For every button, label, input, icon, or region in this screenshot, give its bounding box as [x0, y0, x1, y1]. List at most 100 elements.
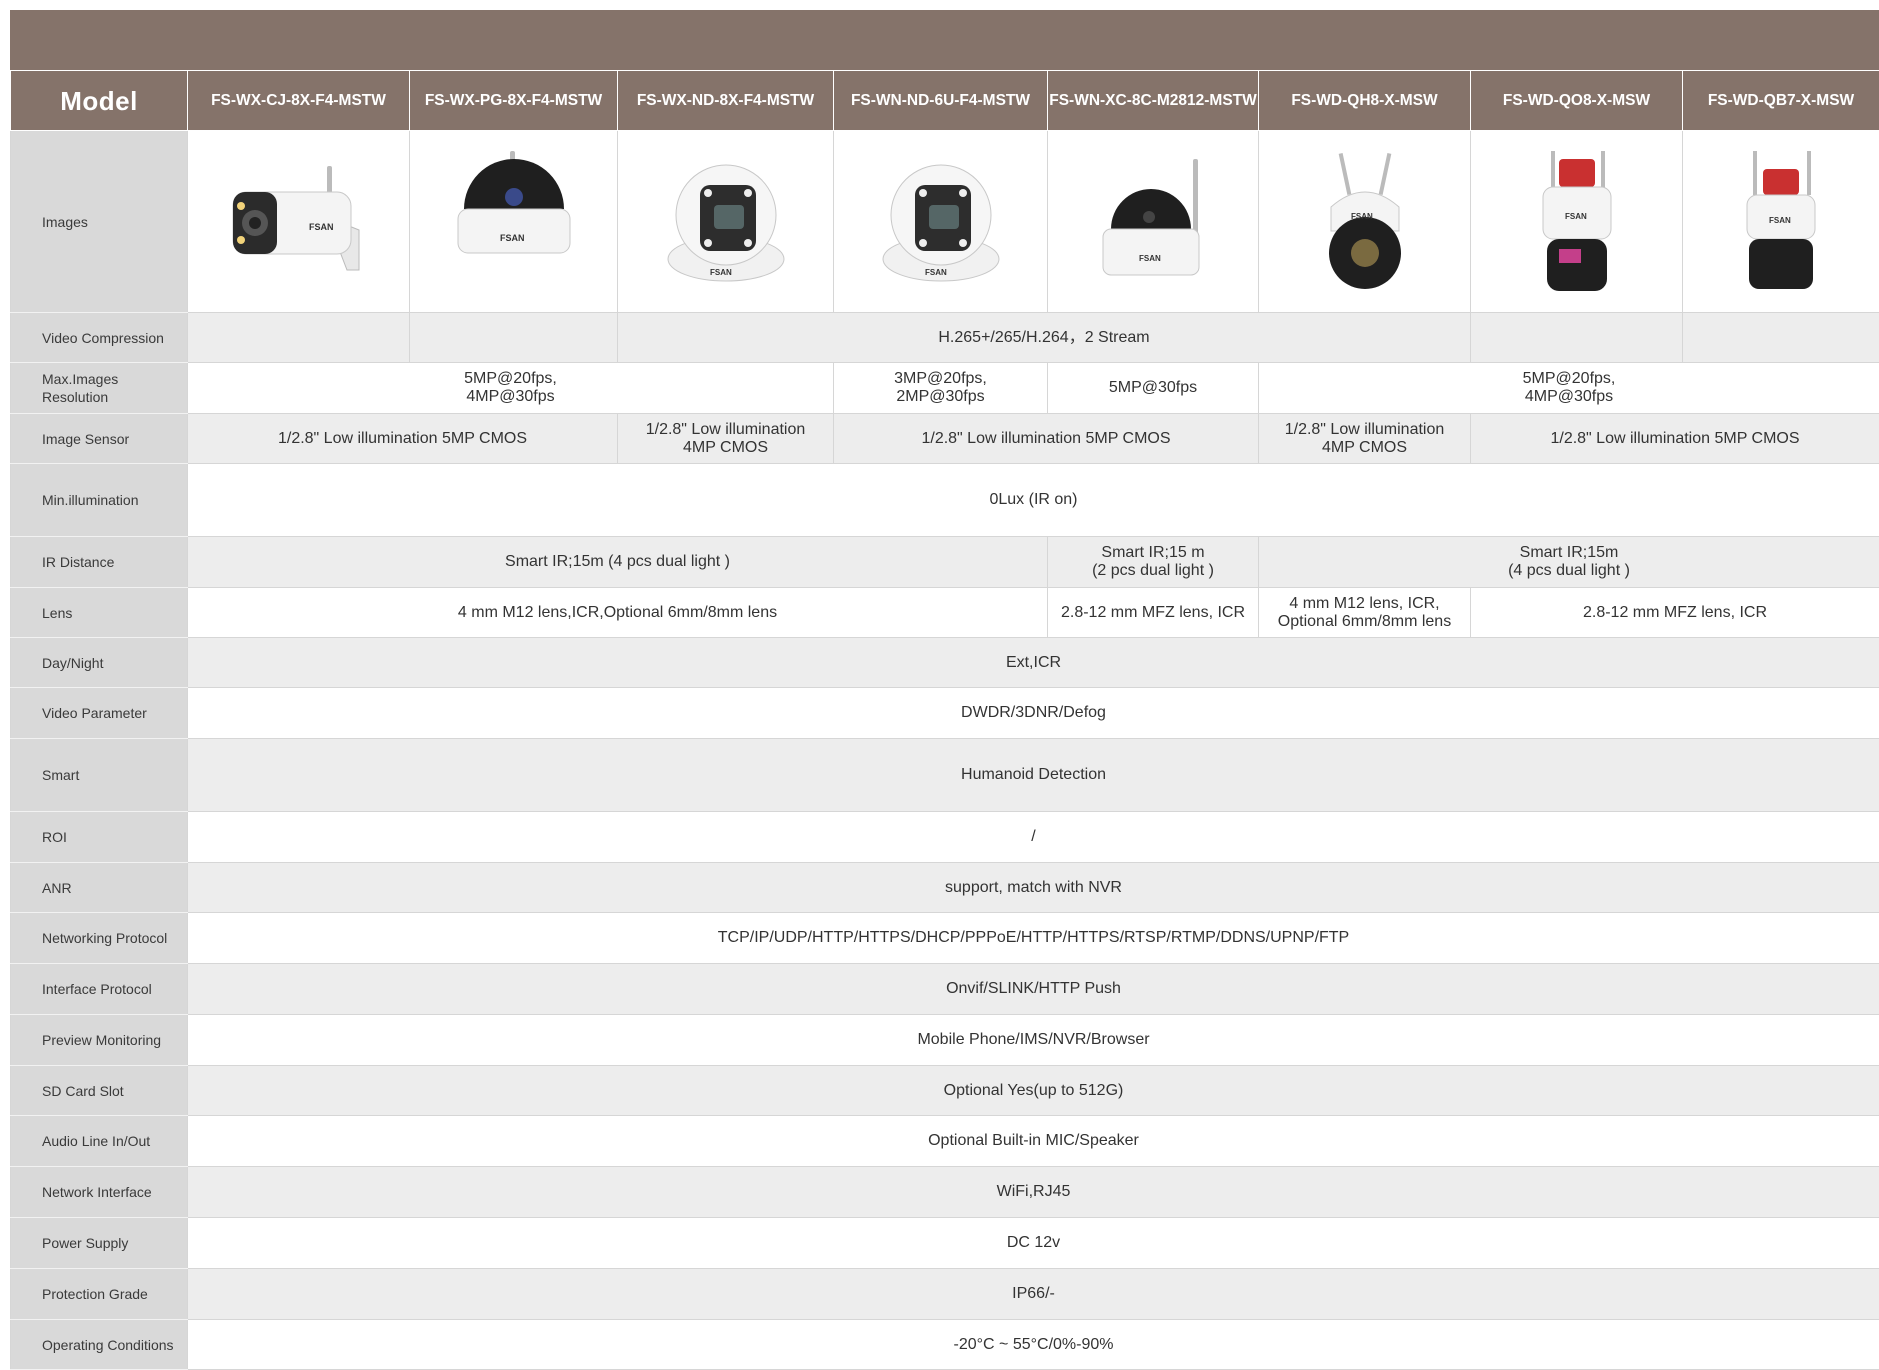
- ptz-siren-camera-icon: FSAN: [1497, 147, 1657, 297]
- spec-cell: DWDR/3DNR/Defog: [188, 688, 1879, 739]
- svg-text:FSAN: FSAN: [1565, 212, 1587, 221]
- row-label: Max.Images Resolution: [11, 363, 188, 414]
- spec-cell: 3MP@20fps, 2MP@30fps: [834, 363, 1048, 414]
- spec-cell: H.265+/265/H.264，2 Stream: [618, 313, 1471, 363]
- product-image: FSAN: [618, 131, 834, 313]
- row-label: Interface Protocol: [11, 964, 188, 1015]
- spec-cell: 1/2.8" Low illumination 4MP CMOS: [618, 414, 834, 464]
- row-label: ANR: [11, 863, 188, 913]
- table-row: Protection Grade IP66/-: [11, 1269, 1879, 1320]
- table-row: Max.Images Resolution 5MP@20fps, 4MP@30f…: [11, 363, 1879, 414]
- spec-cell: Ext,ICR: [188, 638, 1879, 688]
- spec-cell: 5MP@20fps, 4MP@30fps: [1259, 363, 1879, 414]
- model-name: FS-WD-QH8-X-MSW: [1259, 71, 1471, 131]
- spec-cell: 5MP@30fps: [1048, 363, 1259, 414]
- model-row: Model FS-WX-CJ-8X-F4-MSTW FS-WX-PG-8X-F4…: [11, 71, 1879, 131]
- spec-cell: Humanoid Detection: [188, 739, 1879, 812]
- spec-cell: TCP/IP/UDP/HTTP/HTTPS/DHCP/PPPoE/HTTP/HT…: [188, 913, 1879, 964]
- table-row: Network Interface WiFi,RJ45: [11, 1167, 1879, 1218]
- row-label: Images: [11, 131, 188, 313]
- ptz-camera-icon: FSAN: [1285, 147, 1445, 297]
- table-row: SD Card Slot Optional Yes(up to 512G): [11, 1066, 1879, 1116]
- table-row: Power Supply DC 12v: [11, 1218, 1879, 1269]
- row-label: Audio Line In/Out: [11, 1116, 188, 1167]
- spec-cell: WiFi,RJ45: [188, 1167, 1879, 1218]
- table-row: Lens 4 mm M12 lens,ICR,Optional 6mm/8mm …: [11, 588, 1879, 638]
- spec-cell: 4 mm M12 lens, ICR, Optional 6mm/8mm len…: [1259, 588, 1471, 638]
- svg-text:FSAN: FSAN: [500, 233, 525, 243]
- row-label: Video Parameter: [11, 688, 188, 739]
- table-row: ROI /: [11, 812, 1879, 863]
- spec-cell: Optional Yes(up to 512G): [188, 1066, 1879, 1116]
- spec-cell: Smart IR;15 m (2 pcs dual light ): [1048, 537, 1259, 588]
- spec-cell: 1/2.8" Low illumination 5MP CMOS: [834, 414, 1259, 464]
- row-label: Preview Monitoring: [11, 1015, 188, 1066]
- row-label: IR Distance: [11, 537, 188, 588]
- model-name: FS-WX-CJ-8X-F4-MSTW: [188, 71, 410, 131]
- model-name: FS-WX-ND-8X-F4-MSTW: [618, 71, 834, 131]
- row-label: Network Interface: [11, 1167, 188, 1218]
- spec-cell: [1471, 313, 1683, 363]
- table-row: Min.illumination 0Lux (IR on): [11, 464, 1879, 537]
- table-row: IR Distance Smart IR;15m (4 pcs dual lig…: [11, 537, 1879, 588]
- turret-camera-icon: FSAN: [646, 147, 806, 297]
- product-image: FSAN: [188, 131, 410, 313]
- dome-camera-antenna-icon: FSAN: [1073, 147, 1233, 297]
- model-header: Model: [11, 71, 188, 131]
- table-row: Image Sensor 1/2.8" Low illumination 5MP…: [11, 414, 1879, 464]
- table-row: Networking Protocol TCP/IP/UDP/HTTP/HTTP…: [11, 913, 1879, 964]
- product-image: FSAN: [1048, 131, 1259, 313]
- model-name: FS-WD-QB7-X-MSW: [1683, 71, 1879, 131]
- table-row: Audio Line In/Out Optional Built-in MIC/…: [11, 1116, 1879, 1167]
- row-label: Power Supply: [11, 1218, 188, 1269]
- row-label: Day/Night: [11, 638, 188, 688]
- table-row: Preview Monitoring Mobile Phone/IMS/NVR/…: [11, 1015, 1879, 1066]
- row-label: Min.illumination: [11, 464, 188, 537]
- svg-text:FSAN: FSAN: [1769, 216, 1791, 225]
- spec-cell: Smart IR;15m (4 pcs dual light ): [1259, 537, 1879, 588]
- svg-text:FSAN: FSAN: [710, 268, 732, 277]
- spec-cell: IP66/-: [188, 1269, 1879, 1320]
- model-name: FS-WN-XC-8C-M2812-MSTW: [1048, 71, 1259, 131]
- svg-text:FSAN: FSAN: [309, 222, 334, 232]
- row-label: Smart: [11, 739, 188, 812]
- dome-camera-antenna-icon: FSAN: [434, 147, 594, 297]
- spec-cell: 0Lux (IR on): [188, 464, 1879, 537]
- table-row: Operating Conditions -20°C ~ 55°C/0%-90%: [11, 1320, 1879, 1370]
- title-banner: [10, 10, 1879, 70]
- model-name: FS-WN-ND-6U-F4-MSTW: [834, 71, 1048, 131]
- spec-cell: /: [188, 812, 1879, 863]
- spec-cell: -20°C ~ 55°C/0%-90%: [188, 1320, 1879, 1370]
- row-label: Protection Grade: [11, 1269, 188, 1320]
- product-image: FSAN: [834, 131, 1048, 313]
- product-image: FSAN: [410, 131, 618, 313]
- svg-text:FSAN: FSAN: [925, 268, 947, 277]
- images-row: Images FSAN FSAN: [11, 131, 1879, 313]
- spec-cell: 1/2.8" Low illumination 4MP CMOS: [1259, 414, 1471, 464]
- row-label: SD Card Slot: [11, 1066, 188, 1116]
- product-image: FSAN: [1683, 131, 1879, 313]
- table-row: Interface Protocol Onvif/SLINK/HTTP Push: [11, 964, 1879, 1015]
- spec-cell: 4 mm M12 lens,ICR,Optional 6mm/8mm lens: [188, 588, 1048, 638]
- table-row: Smart Humanoid Detection: [11, 739, 1879, 812]
- spec-cell: DC 12v: [188, 1218, 1879, 1269]
- spec-table: Model FS-WX-CJ-8X-F4-MSTW FS-WX-PG-8X-F4…: [10, 70, 1879, 1370]
- spec-cell: Onvif/SLINK/HTTP Push: [188, 964, 1879, 1015]
- spec-cell: 1/2.8" Low illumination 5MP CMOS: [188, 414, 618, 464]
- row-label: Networking Protocol: [11, 913, 188, 964]
- spec-cell: Optional Built-in MIC/Speaker: [188, 1116, 1879, 1167]
- row-label: Video Compression: [11, 313, 188, 363]
- svg-text:FSAN: FSAN: [1351, 212, 1373, 221]
- spec-cell: support, match with NVR: [188, 863, 1879, 913]
- table-row: ANR support, match with NVR: [11, 863, 1879, 913]
- spec-cell: [188, 313, 410, 363]
- ptz-siren-camera-icon: FSAN: [1701, 147, 1861, 297]
- turret-camera-icon: FSAN: [861, 147, 1021, 297]
- bullet-camera-icon: FSAN: [219, 152, 379, 292]
- spec-cell: Mobile Phone/IMS/NVR/Browser: [188, 1015, 1879, 1066]
- product-image: FSAN: [1259, 131, 1471, 313]
- table-row: Day/Night Ext,ICR: [11, 638, 1879, 688]
- model-name: FS-WX-PG-8X-F4-MSTW: [410, 71, 618, 131]
- spec-cell: 2.8-12 mm MFZ lens, ICR: [1048, 588, 1259, 638]
- row-label: Lens: [11, 588, 188, 638]
